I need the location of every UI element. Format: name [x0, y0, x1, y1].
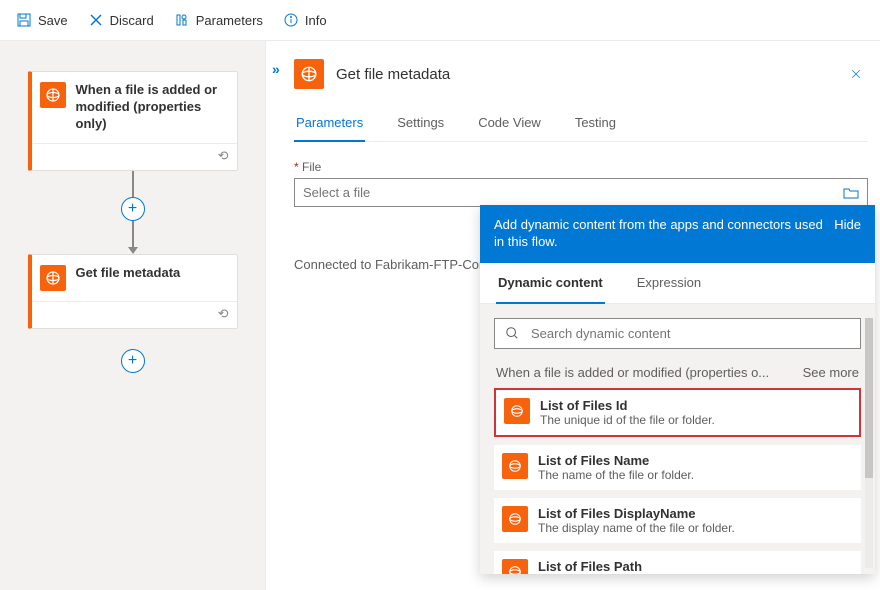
- link-icon: ⟲: [218, 148, 229, 164]
- ftp-icon: [40, 82, 66, 108]
- panel-title: Get file metadata: [336, 66, 450, 83]
- dyn-item-title: List of Files DisplayName: [538, 506, 735, 521]
- parameters-icon: [174, 12, 190, 28]
- collapse-button[interactable]: »: [272, 61, 280, 77]
- info-button[interactable]: Info: [275, 8, 335, 32]
- connector-line: [132, 171, 134, 197]
- dyn-search: [494, 318, 861, 349]
- dyn-item-list-of-files-path[interactable]: List of Files Path The path of the file …: [494, 551, 861, 574]
- ftp-icon: [502, 453, 528, 479]
- dyn-item-desc: The unique id of the file or folder.: [540, 413, 715, 427]
- trigger-title: When a file is added or modified (proper…: [76, 82, 227, 133]
- see-more-link[interactable]: See more: [803, 365, 859, 380]
- file-input[interactable]: [295, 179, 835, 206]
- save-label: Save: [38, 13, 68, 28]
- dynamic-content-popup: Add dynamic content from the apps and co…: [480, 205, 875, 574]
- tab-settings[interactable]: Settings: [395, 107, 446, 141]
- dyn-group-title: When a file is added or modified (proper…: [496, 365, 769, 380]
- ftp-icon: [502, 506, 528, 532]
- ftp-icon: [294, 59, 324, 89]
- search-icon: [505, 326, 519, 340]
- parameters-button[interactable]: Parameters: [166, 8, 271, 32]
- dyn-item-list-of-files-id[interactable]: List of Files Id The unique id of the fi…: [494, 388, 861, 437]
- add-action-button[interactable]: +: [121, 197, 145, 221]
- dyn-item-desc: The name of the file or folder.: [538, 468, 694, 482]
- discard-icon: [88, 12, 104, 28]
- trigger-card[interactable]: When a file is added or modified (proper…: [28, 71, 238, 171]
- dyn-item-desc: The display name of the file or folder.: [538, 521, 735, 535]
- dyn-header-text: Add dynamic content from the apps and co…: [494, 217, 824, 251]
- dyn-search-input[interactable]: [529, 325, 850, 342]
- toolbar: Save Discard Parameters Info: [0, 0, 880, 40]
- info-icon: [283, 12, 299, 28]
- discard-label: Discard: [110, 13, 154, 28]
- connector-line: [132, 221, 134, 247]
- info-label: Info: [305, 13, 327, 28]
- arrow-down-icon: [128, 247, 138, 254]
- dyn-item-list-of-files-displayname[interactable]: List of Files DisplayName The display na…: [494, 498, 861, 543]
- add-action-button[interactable]: +: [121, 349, 145, 373]
- detail-tabs: Parameters Settings Code View Testing: [294, 107, 868, 142]
- dyn-item-list-of-files-name[interactable]: List of Files Name The name of the file …: [494, 445, 861, 490]
- ftp-icon: [504, 398, 530, 424]
- workflow-canvas: When a file is added or modified (proper…: [0, 40, 265, 590]
- action-title: Get file metadata: [76, 265, 181, 282]
- tab-testing[interactable]: Testing: [573, 107, 618, 141]
- file-label: * File: [294, 160, 868, 174]
- folder-icon: [843, 185, 859, 201]
- tab-dynamic-content[interactable]: Dynamic content: [496, 263, 605, 304]
- file-input-row: [294, 178, 868, 207]
- link-icon: ⟲: [218, 306, 229, 322]
- ftp-icon: [502, 559, 528, 574]
- parameters-label: Parameters: [196, 13, 263, 28]
- folder-picker-button[interactable]: [835, 179, 867, 206]
- tab-parameters[interactable]: Parameters: [294, 107, 365, 142]
- hide-button[interactable]: Hide: [834, 217, 861, 232]
- close-icon[interactable]: [850, 65, 868, 83]
- action-card[interactable]: Get file metadata ⟲: [28, 254, 238, 329]
- tab-expression[interactable]: Expression: [635, 263, 703, 303]
- tab-code-view[interactable]: Code View: [476, 107, 543, 141]
- scrollbar[interactable]: [865, 318, 873, 568]
- dyn-item-title: List of Files Name: [538, 453, 694, 468]
- save-button[interactable]: Save: [8, 8, 76, 32]
- save-icon: [16, 12, 32, 28]
- discard-button[interactable]: Discard: [80, 8, 162, 32]
- dyn-item-title: List of Files Path: [538, 559, 687, 574]
- dyn-item-title: List of Files Id: [540, 398, 715, 413]
- ftp-icon: [40, 265, 66, 291]
